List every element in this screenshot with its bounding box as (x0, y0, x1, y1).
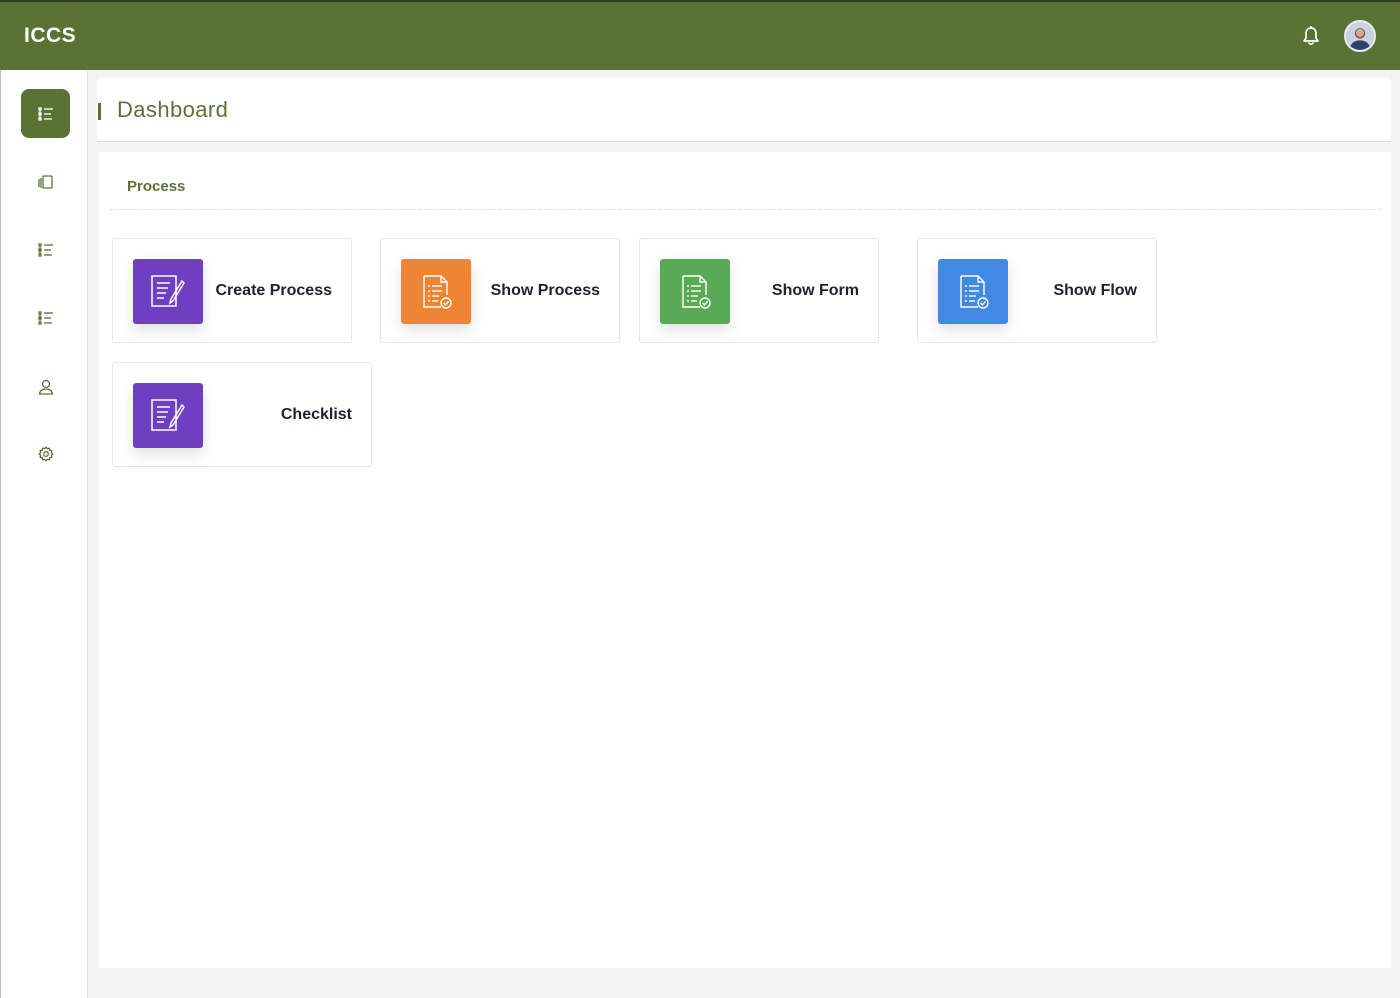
sidebar-item-list-2[interactable] (21, 225, 70, 274)
tile-show-flow[interactable]: Show Flow (917, 238, 1157, 343)
title-accent-bar (98, 103, 101, 120)
list-icon (37, 242, 53, 257)
tile-label: Checklist (280, 406, 352, 423)
tile-show-form[interactable]: Show Form (639, 238, 879, 343)
tile-show-process[interactable]: Show Process (380, 238, 620, 343)
main-content: Dashboard Process Create Process Show Pr… (97, 78, 1391, 968)
sidebar-item-settings[interactable] (21, 429, 70, 478)
sidebar-item-users[interactable] (21, 362, 70, 411)
app-title[interactable]: ICCS (24, 24, 76, 48)
page-title: Dashboard (117, 97, 229, 122)
sidebar (0, 70, 88, 998)
process-section: Process Create Process Show Process Show… (99, 152, 1391, 968)
tile-label: Show Form (771, 282, 859, 299)
top-actions (1300, 20, 1376, 52)
top-bar: ICCS (0, 0, 1400, 70)
tile-label: Show Process (490, 282, 600, 299)
user-icon (38, 379, 53, 395)
checklist-document-icon (938, 259, 1008, 324)
checklist-document-icon (401, 259, 471, 324)
section-title: Process (127, 178, 186, 195)
checklist-document-icon (660, 259, 730, 324)
bell-icon[interactable] (1300, 25, 1322, 47)
tile-label: Create Process (215, 282, 332, 299)
user-avatar[interactable] (1344, 20, 1376, 52)
page-header: Dashboard (97, 78, 1391, 142)
section-divider (109, 209, 1381, 210)
edit-document-icon (133, 259, 203, 324)
list-icon (37, 106, 53, 121)
list-icon (37, 310, 53, 325)
documents-icon (37, 174, 53, 189)
tile-label: Show Flow (1053, 282, 1137, 299)
edit-document-icon (133, 383, 203, 448)
sidebar-item-dashboard[interactable] (21, 89, 70, 138)
gear-icon (37, 445, 54, 462)
sidebar-item-list-3[interactable] (21, 293, 70, 342)
tile-checklist[interactable]: Checklist (112, 362, 372, 467)
tile-create-process[interactable]: Create Process (112, 238, 352, 343)
sidebar-item-documents[interactable] (21, 157, 70, 206)
